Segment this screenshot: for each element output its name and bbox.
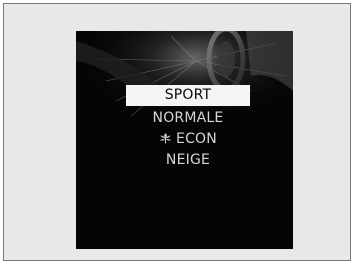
drive-mode-menu: SPORT NORMALE ECON NEIGE [76, 31, 293, 249]
mode-item-label: SPORT [164, 87, 212, 103]
drive-mode-display: SPORT NORMALE ECON NEIGE [76, 31, 293, 249]
mode-item-label: ECON [176, 131, 217, 147]
mode-item-normale[interactable]: NORMALE [126, 108, 250, 129]
mode-item-label: NEIGE [165, 152, 211, 168]
mode-item-econ[interactable]: ECON [126, 129, 250, 150]
figure-frame: SPORT NORMALE ECON NEIGE [3, 3, 351, 261]
mode-item-sport[interactable]: SPORT [126, 85, 250, 106]
mode-item-neige[interactable]: NEIGE [126, 150, 250, 171]
mode-item-label: NORMALE [152, 110, 224, 126]
eco-leaf-icon [160, 133, 172, 144]
